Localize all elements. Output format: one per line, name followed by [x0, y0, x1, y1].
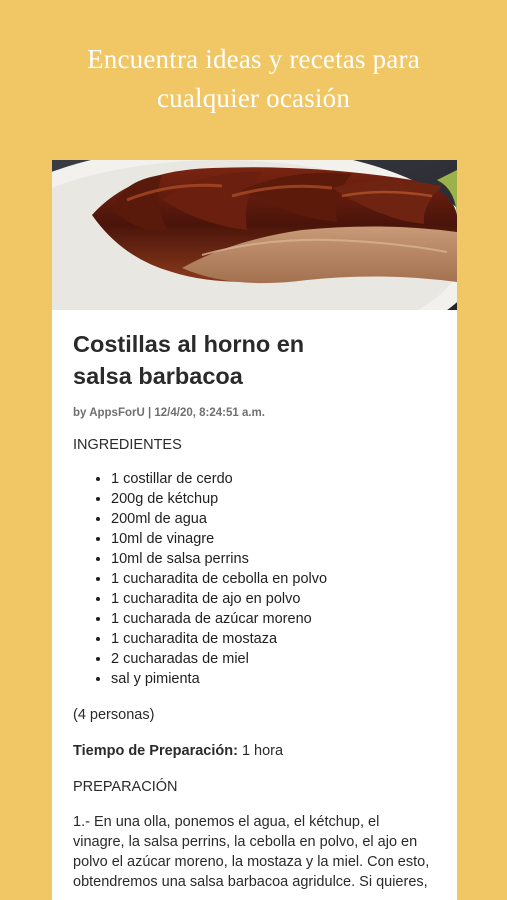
preparation-text: 1.- En una olla, ponemos el agua, el két…: [73, 812, 443, 892]
recipe-byline: by AppsForU | 12/4/20, 8:24:51 a.m.: [73, 407, 265, 419]
ingredient-item: 1 cucharadita de ajo en polvo: [111, 589, 443, 609]
recipe-title-line-1: Costillas al horno en: [73, 331, 305, 357]
preparation-line: polvo el azúcar moreno, la mostaza y la …: [73, 854, 430, 870]
ingredient-item: 200g de kétchup: [111, 489, 443, 509]
ingredient-item: 10ml de salsa perrins: [111, 549, 443, 569]
prep-time-label: Tiempo de Preparación:: [73, 743, 238, 759]
recipe-title-line-2: salsa barbacoa: [73, 363, 243, 389]
prep-time: Tiempo de Preparación: 1 hora: [73, 741, 443, 761]
ribs-image: [52, 160, 457, 310]
preparation-line: obtendremos una salsa barbacoa agridulce…: [73, 874, 428, 890]
ingredient-item: 2 cucharadas de miel: [111, 649, 443, 669]
prep-time-value: 1 hora: [241, 743, 284, 759]
ingredient-item: 10ml de vinagre: [111, 529, 443, 549]
preparation-line: vinagre, la salsa perrins, la cebolla en…: [73, 834, 418, 850]
ingredient-item: 1 cucharadita de mostaza: [111, 629, 443, 649]
ingredient-item: 1 cucharadita de cebolla en polvo: [111, 569, 443, 589]
promo-headline: Encuentra ideas y recetas para cualquier…: [0, 40, 507, 118]
ingredients-heading: INGREDIENTES: [73, 437, 182, 453]
recipe-title: Costillas al horno en salsa barbacoa: [73, 328, 443, 392]
servings-text: (4 personas): [73, 707, 155, 723]
recipe-photo: [52, 160, 457, 310]
recipe-content: Costillas al horno en salsa barbacoa by …: [73, 328, 443, 892]
promo-headline-line-2: cualquier ocasión: [156, 83, 351, 113]
recipe-card[interactable]: Costillas al horno en salsa barbacoa by …: [52, 160, 457, 900]
ingredients-list: 1 costillar de cerdo 200g de kétchup 200…: [73, 469, 443, 689]
ingredient-item: sal y pimienta: [111, 669, 443, 689]
ingredient-item: 1 cucharada de azúcar moreno: [111, 609, 443, 629]
ingredient-item: 200ml de agua: [111, 509, 443, 529]
ingredient-item: 1 costillar de cerdo: [111, 469, 443, 489]
preparation-heading: PREPARACIÓN: [73, 779, 178, 795]
promo-headline-line-1: Encuentra ideas y recetas para: [87, 44, 420, 74]
preparation-line: 1.- En una olla, ponemos el agua, el két…: [73, 814, 380, 830]
